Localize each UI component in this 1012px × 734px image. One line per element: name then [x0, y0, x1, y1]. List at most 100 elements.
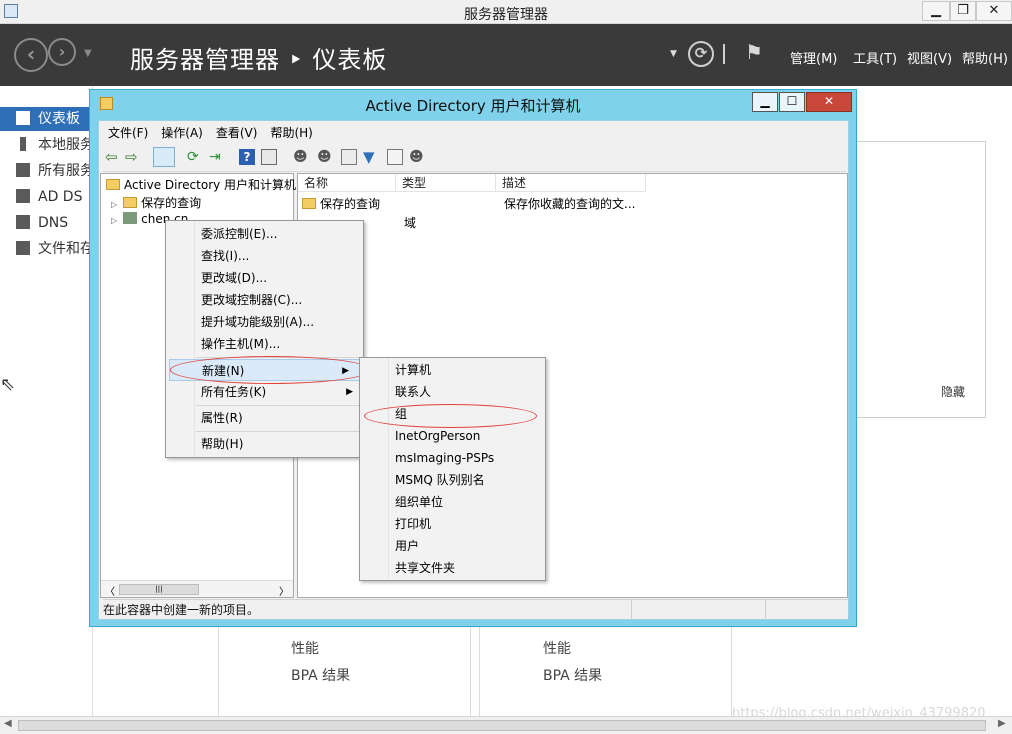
submenu-item-msimaging-psps[interactable]: msImaging-PSPs — [360, 447, 545, 469]
minimize-button[interactable]: ▁ — [922, 1, 950, 21]
page-title: 服务器管理器 ‣ 仪表板 — [130, 46, 388, 74]
submenu-item-user[interactable]: 用户 — [360, 535, 545, 557]
aduc-window-title: Active Directory 用户和计算机 — [365, 97, 581, 115]
aduc-root-icon — [106, 179, 120, 190]
sidebar-item-file-storage[interactable]: 文件和存 — [0, 237, 93, 261]
scroll-right-icon[interactable]: ▶ — [998, 718, 1006, 729]
forward-icon[interactable]: ⇨ — [125, 149, 141, 165]
list-cell-description: 保存你收藏的查询的文... — [504, 197, 636, 211]
sidebar-item-local-server[interactable]: 本地服务 — [0, 133, 93, 157]
card-performance[interactable]: 性能 — [291, 638, 319, 658]
menu-manage[interactable]: 管理(M) — [790, 48, 837, 67]
sidebar-item-dashboard[interactable]: 仪表板 — [0, 107, 93, 131]
dropdown-icon[interactable]: ▼ — [670, 49, 677, 59]
menu-action[interactable]: 操作(A) — [161, 126, 203, 140]
restore-button[interactable]: ❐ — [950, 1, 976, 21]
submenu-item-ou[interactable]: 组织单位 — [360, 491, 545, 513]
menu-view[interactable]: 查看(V) — [216, 126, 258, 140]
expand-icon[interactable]: ▷ — [111, 200, 117, 209]
dns-icon — [16, 215, 30, 229]
add-to-group-icon[interactable]: ☻ — [409, 149, 425, 165]
card-performance[interactable]: 性能 — [543, 638, 571, 658]
menu-separator — [196, 431, 362, 432]
tree-item-saved-queries[interactable]: ▷ 保存的查询 — [111, 194, 201, 211]
submenu-item-computer[interactable]: 计算机 — [360, 359, 545, 381]
menu-item-operations-masters[interactable]: 操作主机(M)... — [166, 333, 363, 355]
menu-help[interactable]: 帮助(H) — [962, 48, 1008, 67]
find-icon[interactable] — [387, 149, 403, 165]
servers-icon — [16, 163, 30, 177]
menu-tools[interactable]: 工具(T) — [853, 48, 897, 67]
scroll-right-icon[interactable]: 〉 — [279, 583, 289, 598]
column-name[interactable]: 名称 — [298, 174, 396, 192]
list-cell-type: 域 — [404, 216, 417, 230]
list-row[interactable]: 保存的查询 — [302, 195, 380, 212]
divider — [723, 44, 725, 64]
close-button[interactable]: ✕ — [976, 1, 1012, 21]
window-title: 服务器管理器 — [464, 7, 548, 23]
action-pane-icon[interactable] — [261, 149, 277, 165]
tree-root[interactable]: Active Directory 用户和计算机 — [106, 176, 296, 193]
expand-icon[interactable]: ▷ — [111, 216, 117, 225]
menu-item-change-dc[interactable]: 更改域控制器(C)... — [166, 289, 363, 311]
column-type[interactable]: 类型 — [396, 174, 496, 192]
status-divider — [765, 600, 766, 620]
show-tree-icon[interactable] — [153, 147, 175, 167]
submenu-item-contact[interactable]: 联系人 — [360, 381, 545, 403]
card-bpa-results[interactable]: BPA 结果 — [543, 665, 602, 685]
scroll-left-icon[interactable]: ◀ — [4, 718, 12, 729]
scroll-left-icon[interactable]: 〈 — [105, 583, 115, 598]
menu-item-raise-functional-level[interactable]: 提升域功能级别(A)... — [166, 311, 363, 333]
filter-icon[interactable]: ▼ — [363, 149, 379, 165]
submenu-item-inetorgperson[interactable]: InetOrgPerson — [360, 425, 545, 447]
new-ou-icon[interactable] — [341, 149, 357, 165]
context-menu: 委派控制(E)... 查找(I)... 更改域(D)... 更改域控制器(C).… — [165, 220, 364, 458]
refresh-icon[interactable]: ⟳ — [187, 149, 203, 165]
domain-icon — [123, 212, 138, 224]
menu-help[interactable]: 帮助(H) — [270, 126, 312, 140]
scroll-thumb[interactable]: ||| — [119, 584, 199, 595]
horizontal-scrollbar[interactable]: ◀ ▶ — [0, 716, 1012, 734]
back-arrow-icon[interactable]: ‹ — [14, 38, 48, 72]
aduc-close-button[interactable]: ✕ — [806, 92, 852, 112]
nav-dropdown-icon[interactable]: ▼ — [84, 48, 92, 59]
sidebar-item-ad-ds[interactable]: AD DS — [0, 185, 93, 209]
back-icon[interactable]: ⇦ — [105, 149, 121, 165]
server-manager-header: ‹ › ▼ 服务器管理器 ‣ 仪表板 ▼ ⟳ ⚑ 管理(M) 工具(T) 视图(… — [0, 24, 1012, 86]
submenu-item-printer[interactable]: 打印机 — [360, 513, 545, 535]
dashboard-icon — [16, 111, 30, 125]
highlight-oval-new — [170, 356, 371, 384]
flag-icon[interactable]: ⚑ — [745, 40, 763, 64]
tree-hscrollbar[interactable]: 〈 ||| 〉 — [101, 580, 293, 598]
menu-item-find[interactable]: 查找(I)... — [166, 245, 363, 267]
aduc-maximize-button[interactable]: ☐ — [779, 92, 805, 112]
refresh-icon[interactable]: ⟳ — [688, 41, 714, 67]
status-divider — [631, 600, 632, 620]
export-icon[interactable]: ⇥ — [209, 149, 225, 165]
scroll-thumb[interactable] — [18, 720, 986, 731]
menu-item-delegate-control[interactable]: 委派控制(E)... — [166, 223, 363, 245]
menu-item-all-tasks[interactable]: 所有任务(K) ▶ — [166, 381, 363, 403]
menu-view[interactable]: 视图(V) — [907, 48, 952, 67]
submenu-arrow-icon: ▶ — [346, 387, 353, 397]
cursor-icon: ⇖ — [0, 374, 16, 395]
hide-link[interactable]: 隐藏 — [941, 383, 965, 400]
sidebar-item-dns[interactable]: DNS — [0, 211, 93, 235]
submenu-item-msmq-queue-alias[interactable]: MSMQ 队列别名 — [360, 469, 545, 491]
column-description[interactable]: 描述 — [496, 174, 646, 192]
menu-item-change-domain[interactable]: 更改域(D)... — [166, 267, 363, 289]
new-user-icon[interactable]: ☻ — [293, 149, 309, 165]
submenu-item-shared-folder[interactable]: 共享文件夹 — [360, 557, 545, 579]
sidebar-item-all-servers[interactable]: 所有服务 — [0, 159, 93, 183]
menu-item-properties[interactable]: 属性(R) — [166, 407, 363, 429]
help-icon[interactable]: ? — [239, 149, 255, 165]
file-storage-icon — [16, 241, 30, 255]
forward-arrow-icon[interactable]: › — [48, 38, 76, 66]
menu-item-help[interactable]: 帮助(H) — [166, 433, 363, 455]
status-bar: 在此容器中创建一新的项目。 — [103, 599, 848, 620]
aduc-minimize-button[interactable]: ▁ — [752, 92, 778, 112]
new-group-icon[interactable]: ☻ — [317, 149, 333, 165]
card-bpa-results[interactable]: BPA 结果 — [291, 665, 350, 685]
highlight-oval-group — [364, 404, 537, 428]
menu-file[interactable]: 文件(F) — [108, 126, 148, 140]
